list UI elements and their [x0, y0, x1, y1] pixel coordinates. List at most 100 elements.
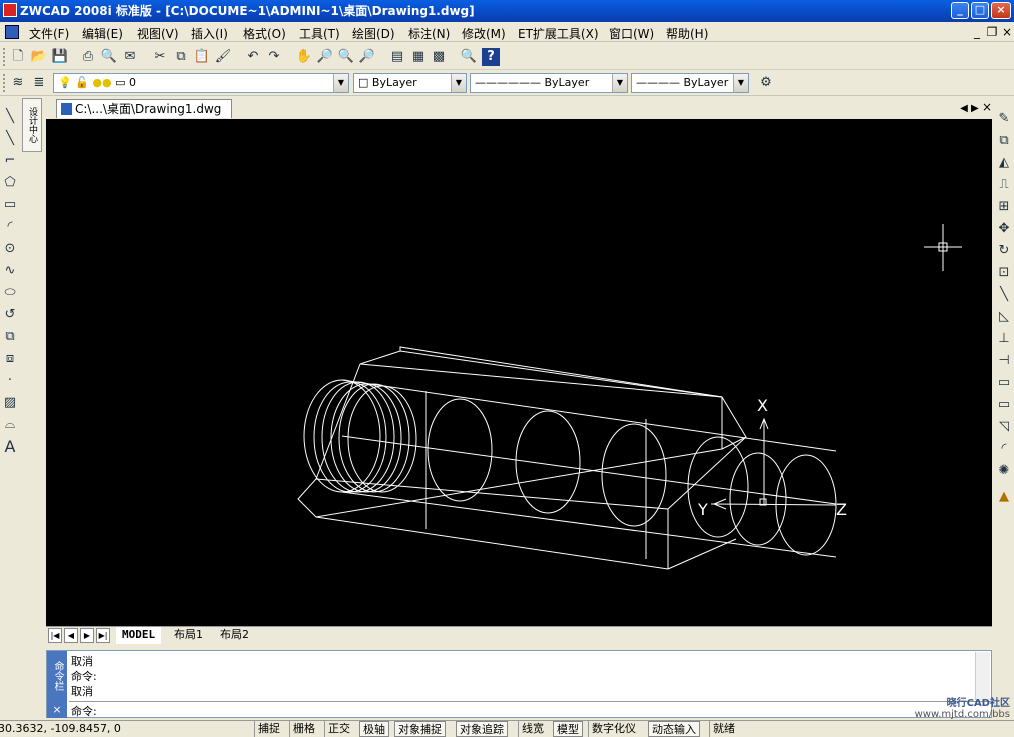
- app-icon[interactable]: [3, 3, 17, 17]
- menu-format[interactable]: 格式(O): [243, 25, 286, 42]
- document-icon[interactable]: [5, 25, 19, 39]
- menu-edit[interactable]: 编辑(E): [82, 25, 123, 42]
- spline-icon[interactable]: ∿: [1, 262, 19, 280]
- design-center-icon[interactable]: ▦: [409, 48, 427, 66]
- toolbar-grip[interactable]: [3, 48, 6, 66]
- join-icon[interactable]: ▭: [995, 396, 1013, 414]
- paste-icon[interactable]: 📋: [193, 48, 211, 66]
- tab-layout2[interactable]: 布局2: [214, 627, 255, 644]
- first-layout-icon[interactable]: |◀: [48, 628, 62, 643]
- grid-button[interactable]: 栅格: [289, 721, 318, 737]
- open-icon[interactable]: 📂: [30, 48, 48, 66]
- menu-help[interactable]: 帮助(H): [666, 25, 708, 42]
- pan-icon[interactable]: ✋: [295, 48, 313, 66]
- tab-next-icon[interactable]: ▶: [971, 103, 979, 114]
- ortho-button[interactable]: 正交: [324, 721, 353, 737]
- tablet-button[interactable]: 数字化仪: [588, 721, 639, 737]
- minimize-button[interactable]: _: [951, 2, 969, 19]
- menu-draw[interactable]: 绘图(D): [352, 25, 395, 42]
- maximize-button[interactable]: □: [971, 2, 989, 19]
- arc-icon[interactable]: ◜: [1, 218, 19, 236]
- osnap-button[interactable]: 对象捕捉: [394, 721, 446, 737]
- menu-et-tools[interactable]: ET扩展工具(X): [518, 25, 599, 42]
- drawing-canvas[interactable]: X Y Z: [46, 119, 992, 626]
- publish-icon[interactable]: ✉: [121, 48, 139, 66]
- calculator-icon[interactable]: ▩: [430, 48, 448, 66]
- print-icon[interactable]: ⎙: [79, 48, 97, 66]
- zoom-realtime-icon[interactable]: 🔎: [316, 48, 334, 66]
- otrack-button[interactable]: 对象追踪: [456, 721, 508, 737]
- help-icon[interactable]: ?: [482, 48, 500, 66]
- tab-prev-icon[interactable]: ◀: [960, 103, 968, 114]
- scale-icon[interactable]: ⊡: [995, 264, 1013, 282]
- rectangle-icon[interactable]: ▭: [1, 196, 19, 214]
- tab-layout1[interactable]: 布局1: [168, 627, 209, 644]
- insert-block-icon[interactable]: ⧉: [1, 328, 19, 346]
- cut-icon[interactable]: ✂: [151, 48, 169, 66]
- menu-tools[interactable]: 工具(T): [299, 25, 340, 42]
- color-combo[interactable]: □ ByLayer ▼: [353, 73, 467, 93]
- point-icon[interactable]: ·: [1, 372, 19, 390]
- mirror-icon[interactable]: ◭: [995, 154, 1013, 172]
- dynamic-input-button[interactable]: 动态输入: [648, 721, 700, 737]
- chamfer-icon[interactable]: ◹: [995, 418, 1013, 436]
- copy-object-icon[interactable]: ⧉: [995, 132, 1013, 150]
- menu-file[interactable]: 文件(F): [29, 25, 69, 42]
- ellipse-arc-icon[interactable]: ↺: [1, 306, 19, 324]
- close-icon[interactable]: ×: [47, 701, 67, 718]
- menu-window[interactable]: 窗口(W): [609, 25, 654, 42]
- copy-icon[interactable]: ⧉: [172, 48, 190, 66]
- redo-icon[interactable]: ↷: [265, 48, 283, 66]
- region-icon[interactable]: ⌓: [1, 416, 19, 434]
- lineweight-combo[interactable]: ———— ByLayer ▼: [631, 73, 749, 93]
- command-input[interactable]: 命令:: [69, 701, 991, 718]
- move-icon[interactable]: ✥: [995, 220, 1013, 238]
- snap-button[interactable]: 捕捉: [254, 721, 283, 737]
- rotate-icon[interactable]: ↻: [995, 242, 1013, 260]
- chevron-down-icon[interactable]: ▼: [612, 74, 627, 92]
- text-icon[interactable]: A: [1, 438, 19, 456]
- lengthen-icon[interactable]: ◺: [995, 308, 1013, 326]
- model-button[interactable]: 模型: [553, 721, 583, 737]
- extend-icon[interactable]: ⊣: [995, 352, 1013, 370]
- save-icon[interactable]: 💾: [51, 48, 69, 66]
- make-block-icon[interactable]: ⧈: [1, 350, 19, 368]
- design-center-tab[interactable]: 设计中心: [22, 98, 42, 152]
- layer-manager-icon[interactable]: ≋: [9, 74, 27, 92]
- circle-icon[interactable]: ⊙: [1, 240, 19, 258]
- linetype-combo[interactable]: —————— ByLayer ▼: [470, 73, 628, 93]
- warning-icon[interactable]: ▲: [995, 488, 1013, 506]
- polar-button[interactable]: 极轴: [359, 721, 389, 737]
- properties-icon[interactable]: ▤: [388, 48, 406, 66]
- explode-icon[interactable]: ✺: [995, 462, 1013, 480]
- prev-layout-icon[interactable]: ◀: [64, 628, 78, 643]
- print-preview-icon[interactable]: 🔍: [100, 48, 118, 66]
- close-button[interactable]: ×: [991, 2, 1011, 19]
- plot-style-icon[interactable]: ⚙: [757, 74, 775, 92]
- offset-icon[interactable]: ⎍: [995, 176, 1013, 194]
- line-icon[interactable]: ╲: [1, 108, 19, 126]
- menu-view[interactable]: 视图(V): [137, 25, 179, 42]
- document-tab[interactable]: C:\...\桌面\Drawing1.dwg: [56, 99, 233, 118]
- lineweight-button[interactable]: 线宽: [518, 721, 547, 737]
- ray-icon[interactable]: ╲: [1, 130, 19, 148]
- undo-icon[interactable]: ↶: [244, 48, 262, 66]
- menu-dimension[interactable]: 标注(N): [408, 25, 450, 42]
- fillet-icon[interactable]: ◜: [995, 440, 1013, 458]
- last-layout-icon[interactable]: ▶|: [96, 628, 110, 643]
- chevron-down-icon[interactable]: ▼: [333, 74, 348, 92]
- layer-previous-icon[interactable]: ≣: [30, 74, 48, 92]
- tab-model[interactable]: MODEL: [116, 627, 162, 644]
- menu-modify[interactable]: 修改(M): [462, 25, 506, 42]
- trim-icon[interactable]: ⊥: [995, 330, 1013, 348]
- break-icon[interactable]: ▭: [995, 374, 1013, 392]
- zoom-previous-icon[interactable]: 🔎: [358, 48, 376, 66]
- polyline-icon[interactable]: ⌐: [1, 152, 19, 170]
- menu-insert[interactable]: 插入(I): [191, 25, 228, 42]
- hatch-icon[interactable]: ▨: [1, 394, 19, 412]
- array-icon[interactable]: ⊞: [995, 198, 1013, 216]
- command-scrollbar[interactable]: [975, 652, 990, 700]
- polygon-icon[interactable]: ⬠: [1, 174, 19, 192]
- stretch-icon[interactable]: ╲: [995, 286, 1013, 304]
- zoom-window-icon[interactable]: 🔍: [337, 48, 355, 66]
